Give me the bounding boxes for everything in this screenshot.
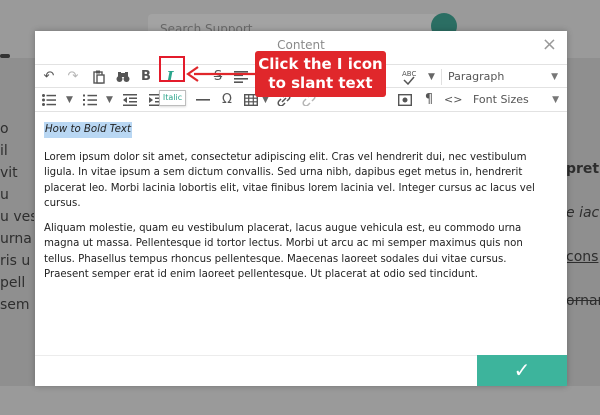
spellcheck-label: ABC	[402, 70, 417, 78]
chevron-down-icon[interactable]: ▼	[66, 90, 73, 110]
italic-tooltip: Italic	[159, 90, 186, 106]
font-size-dropdown-value: Font Sizes	[473, 93, 529, 106]
horizontal-line-icon[interactable]	[195, 90, 211, 110]
document-paragraph-1: Lorem ipsum dolor sit amet, consectetur …	[44, 151, 535, 210]
outdent-icon[interactable]	[122, 90, 138, 110]
media-icon[interactable]	[397, 90, 413, 110]
instruction-callout: Click the I icon to slant text	[255, 51, 386, 97]
callout-line-1: Click the I icon	[258, 55, 383, 73]
bold-button[interactable]: B	[138, 67, 154, 87]
special-character-button[interactable]: Ω	[219, 90, 235, 110]
callout-arrow-icon	[186, 66, 256, 82]
chevron-down-icon: ▼	[552, 95, 559, 105]
close-icon[interactable]: ×	[542, 36, 557, 54]
editor-content[interactable]: How to Bold Text Lorem ipsum dolor sit a…	[44, 121, 550, 292]
numbered-list-icon[interactable]	[82, 90, 98, 110]
undo-icon[interactable]: ↶	[41, 67, 57, 87]
document-paragraph-2: Aliquam molestie, quam eu vestibulum pla…	[44, 222, 523, 281]
chevron-down-icon[interactable]: ▼	[106, 90, 113, 110]
spellcheck-icon[interactable]: ABC	[401, 67, 417, 87]
background-right-text: pret e iac cons ornar	[566, 161, 600, 309]
redo-icon[interactable]: ↷	[65, 67, 81, 87]
callout-line-2: to slant text	[268, 74, 373, 92]
format-dropdown-value: Paragraph	[448, 70, 505, 83]
document-heading: How to Bold Text	[44, 122, 132, 138]
chevron-down-icon[interactable]: ▼	[428, 67, 435, 87]
chevron-down-icon: ▼	[551, 72, 558, 82]
format-dropdown[interactable]: Paragraph ▼	[448, 67, 558, 87]
italic-highlight-box	[159, 56, 185, 82]
source-code-button[interactable]: <>	[444, 90, 462, 110]
confirm-button[interactable]: ✓	[477, 355, 567, 386]
background-left-text: o il vit u u ves urna ris u pell sem	[0, 121, 34, 313]
paragraph-marks-button[interactable]: ¶	[421, 90, 437, 110]
paste-text-icon[interactable]	[91, 67, 107, 87]
toolbar-divider	[441, 69, 442, 85]
background-logo	[0, 54, 10, 58]
font-size-dropdown[interactable]: Font Sizes ▼	[473, 90, 559, 110]
background-footer	[0, 386, 600, 415]
bullet-list-icon[interactable]	[41, 90, 57, 110]
find-replace-icon[interactable]	[115, 67, 131, 87]
